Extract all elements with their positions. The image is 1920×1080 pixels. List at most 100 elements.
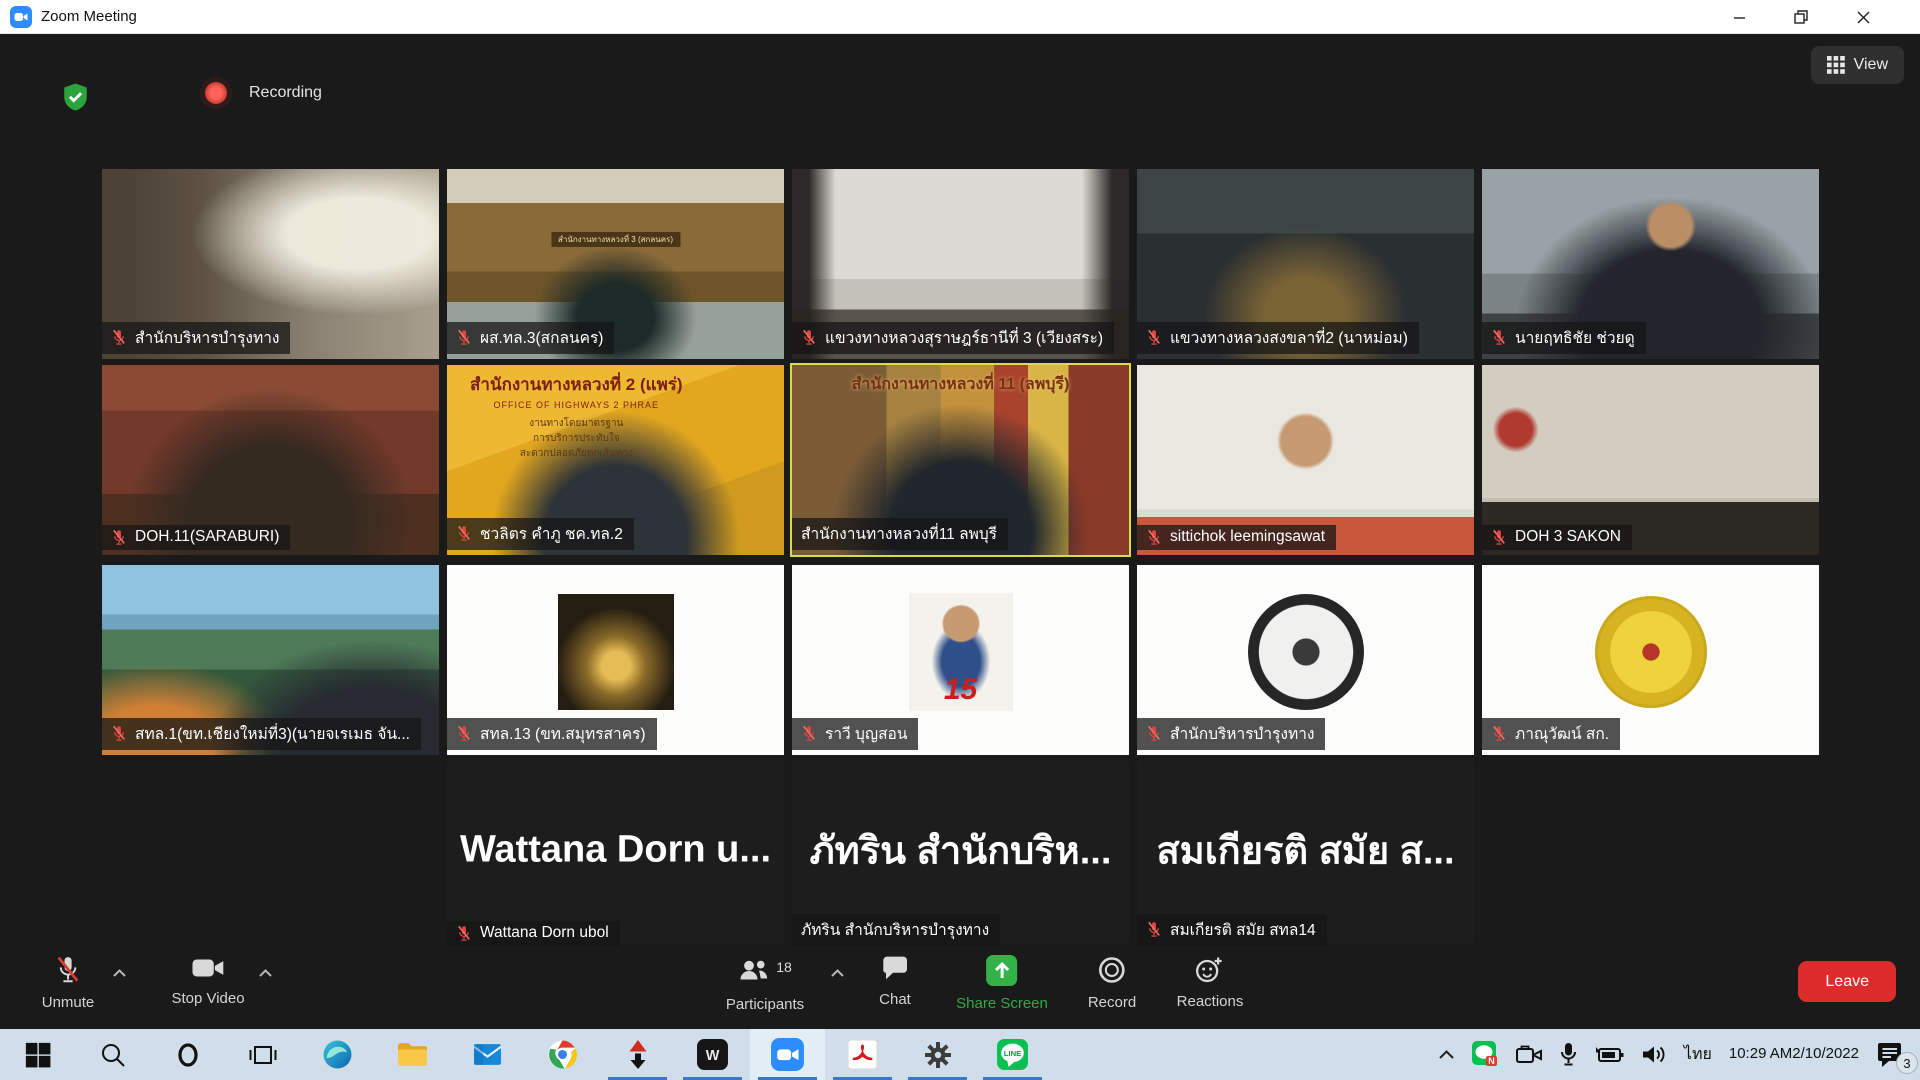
participant-tile-r2c5[interactable]: DOH 3 SAKON (1482, 365, 1819, 555)
chrome-browser-icon[interactable] (525, 1029, 600, 1080)
muted-mic-icon (111, 725, 127, 742)
record-button[interactable]: Record (1088, 955, 1136, 1011)
tray-camera-icon[interactable] (1516, 1044, 1543, 1065)
participant-name-label: ภัทริน สำนักบริหารบำรุงทาง (792, 914, 1000, 946)
participant-name-label: sittichok leemingsawat (1137, 525, 1336, 550)
participant-tile-r4c4[interactable]: สมเกียรติ สมัย ส...สมเกียรติ สมัย สทล14 (1137, 761, 1474, 951)
participant-tile-r2c2[interactable]: สำนักงานทางหลวงที่ 2 (แพร่)OFFICE OF HIG… (447, 365, 784, 555)
participant-tile-r1c2[interactable]: สำนักงานทางหลวงที่ 3 (สกลนคร)ผส.ทล.3(สกล… (447, 169, 784, 359)
task-view-icon[interactable] (225, 1029, 300, 1080)
tray-date: 2/10/2022 (1792, 1044, 1859, 1064)
mail-app-icon[interactable] (450, 1029, 525, 1080)
participant-name: สทล.1(ขท.เชียงใหม่ที่3)(นายจเรเมธ จัน... (135, 721, 410, 746)
participant-name-label: แขวงทางหลวงสุราษฎร์ธานีที่ 3 (เวียงสระ) (792, 322, 1114, 354)
participant-name: ชวลิตร คำภู ชค.ทล.2 (480, 521, 623, 546)
participant-tile-r1c3[interactable]: แขวงทางหลวงสุราษฎร์ธานีที่ 3 (เวียงสระ) (792, 169, 1129, 359)
share-screen-button[interactable]: Share Screen (956, 955, 1048, 1012)
participant-name: สทล.13 (ขท.สมุทรสาคร) (480, 721, 646, 746)
leave-button[interactable]: Leave (1798, 961, 1896, 1002)
participant-tile-r1c4[interactable]: แขวงทางหลวงสงขลาที่2 (นาหม่อม) (1137, 169, 1474, 359)
participant-name-label: DOH 3 SAKON (1482, 525, 1632, 550)
participant-name-label: สมเกียรติ สมัย สทล14 (1137, 914, 1327, 946)
edge-browser-icon[interactable] (300, 1029, 375, 1080)
line-app-icon[interactable]: LINE (975, 1029, 1050, 1080)
muted-mic-icon (456, 925, 472, 942)
participant-tile-r2c1[interactable]: DOH.11(SARABURI) (102, 365, 439, 555)
participant-name: Wattana Dorn ubol (480, 924, 609, 942)
share-screen-label: Share Screen (956, 995, 1048, 1012)
reactions-button[interactable]: Reactions (1177, 955, 1244, 1010)
view-button[interactable]: View (1811, 46, 1904, 84)
participant-name: ราวี บุญสอน (825, 721, 907, 746)
muted-mic-icon (1491, 329, 1507, 346)
tray-chevron-up-icon[interactable] (1438, 1049, 1455, 1060)
zoom-app-icon[interactable] (750, 1029, 825, 1080)
minimize-button[interactable] (1708, 0, 1770, 34)
video-options-caret[interactable] (258, 965, 273, 983)
participant-tile-r3c2[interactable]: สทล.13 (ขท.สมุทรสาคร) (447, 565, 784, 755)
participant-name: สำนักบริหารบำรุงทาง (1170, 721, 1314, 746)
participants-button[interactable]: 18 Participants (726, 955, 804, 1013)
participant-tile-r3c4[interactable]: สำนักบริหารบำรุงทาง (1137, 565, 1474, 755)
participant-name-label: สำนักบริหารบำรุงทาง (1137, 718, 1325, 750)
unmute-button[interactable]: Unmute (42, 955, 95, 1011)
participant-name-label: ภาณุวัฒน์ สก. (1482, 718, 1620, 750)
participant-tile-r3c3[interactable]: 15ราวี บุญสอน (792, 565, 1129, 755)
participant-name-label: Wattana Dorn ubol (447, 921, 620, 946)
taskbar-clock[interactable]: 10:29 AM 2/10/2022 (1729, 1044, 1859, 1064)
participant-tile-r1c1[interactable]: สำนักบริหารบำรุงทาง (102, 169, 439, 359)
stop-video-button[interactable]: Stop Video (171, 955, 244, 1007)
participant-tile-r4c3[interactable]: ภัทริน สำนักบริห...ภัทริน สำนักบริหารบำร… (792, 761, 1129, 951)
security-shield-icon[interactable] (62, 82, 89, 117)
participant-tile-r2c3[interactable]: สำนักงานทางหลวงที่ 11 (ลพบุรี)สำนักงานทา… (792, 365, 1129, 555)
settings-gear-icon[interactable] (900, 1029, 975, 1080)
traffic-arrows-app-icon[interactable] (600, 1029, 675, 1080)
cortana-icon[interactable] (150, 1029, 225, 1080)
muted-mic-icon (801, 329, 817, 346)
tray-line-icon[interactable]: N (1472, 1041, 1499, 1068)
participant-name: ภัทริน สำนักบริหารบำรุงทาง (801, 917, 989, 942)
language-indicator[interactable]: ไทย (1684, 1042, 1712, 1067)
participant-name: สำนักงานทางหลวงที่11 ลพบุรี (801, 521, 997, 546)
start-button[interactable] (0, 1029, 75, 1080)
participant-name: แขวงทางหลวงสุราษฎร์ธานีที่ 3 (เวียงสระ) (825, 325, 1103, 350)
webex-app-icon[interactable]: W (675, 1029, 750, 1080)
window-title: Zoom Meeting (41, 8, 137, 25)
chat-button[interactable]: Chat (879, 955, 911, 1008)
participant-tile-r3c5[interactable]: ภาณุวัฒน์ สก. (1482, 565, 1819, 755)
muted-mic-icon (1491, 529, 1507, 546)
camera-icon (191, 955, 225, 981)
search-icon[interactable] (75, 1029, 150, 1080)
file-explorer-icon[interactable] (375, 1029, 450, 1080)
participant-name: DOH.11(SARABURI) (135, 528, 279, 546)
tray-battery-icon[interactable] (1594, 1045, 1624, 1064)
chat-bubble-icon (881, 955, 909, 982)
muted-mic-icon (1146, 921, 1162, 938)
participant-tile-r3c1[interactable]: สทล.1(ขท.เชียงใหม่ที่3)(นายจเรเมธ จัน... (102, 565, 439, 755)
participant-tile-r1c5[interactable]: นายฤทธิชัย ช่วยดู (1482, 169, 1819, 359)
tray-microphone-icon[interactable] (1560, 1042, 1577, 1067)
participant-name-label: สำนักงานทางหลวงที่11 ลพบุรี (792, 518, 1008, 550)
audio-options-caret[interactable] (112, 965, 127, 983)
participant-tile-r4c2[interactable]: Wattana Dorn u... Wattana Dorn ubol (447, 761, 784, 951)
participants-icon (738, 958, 770, 984)
participant-display-name: Wattana Dorn u... (460, 829, 771, 872)
participant-name-label: แขวงทางหลวงสงขลาที่2 (นาหม่อม) (1137, 322, 1419, 354)
view-label: View (1854, 56, 1888, 74)
meeting-area: Recording View สำนักบริหารบำรุงทางสำนักง… (0, 34, 1920, 1029)
tray-speaker-icon[interactable] (1641, 1044, 1667, 1065)
svg-text:N: N (1488, 1056, 1495, 1066)
participant-name-label: ชวลิตร คำภู ชค.ทล.2 (447, 518, 634, 550)
muted-mic-icon (1146, 725, 1162, 742)
participant-name: sittichok leemingsawat (1170, 528, 1325, 546)
restore-button[interactable] (1770, 0, 1832, 34)
virtual-background-text: สำนักงานทางหลวงที่ 3 (สกลนคร) (551, 232, 680, 247)
participant-name: DOH 3 SAKON (1515, 528, 1621, 546)
close-button[interactable] (1832, 0, 1894, 34)
acrobat-app-icon[interactable] (825, 1029, 900, 1080)
reactions-smiley-icon (1195, 955, 1225, 984)
participants-options-caret[interactable] (830, 965, 845, 983)
emblem-dark-logo (1248, 594, 1364, 710)
participant-tile-r2c4[interactable]: sittichok leemingsawat (1137, 365, 1474, 555)
action-center-icon[interactable]: 3 (1876, 1041, 1906, 1068)
